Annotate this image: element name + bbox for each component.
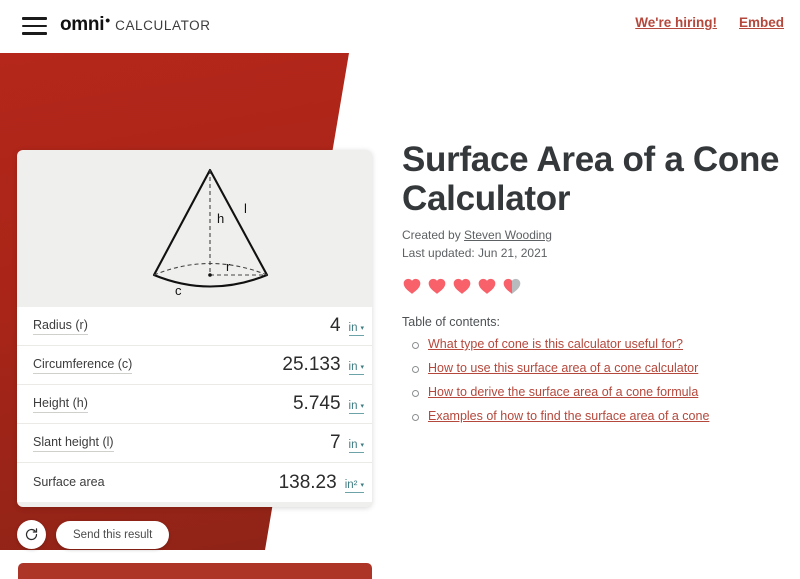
row-height: Height (h) 5.745 in ▾ <box>17 385 372 424</box>
toc-list-item: How to use this surface area of a cone c… <box>412 361 784 375</box>
calculator-actions: Send this result <box>17 520 170 549</box>
value-slant-height[interactable]: 7 <box>330 432 341 454</box>
toc-link-1[interactable]: What type of cone is this calculator use… <box>428 337 683 351</box>
hamburger-bar <box>22 32 47 35</box>
page-title: Surface Area of a Cone Calculator <box>402 140 780 218</box>
label-circumference[interactable]: Circumference (c) <box>33 357 133 374</box>
heart-icon-5-half[interactable] <box>502 276 522 295</box>
toc-link-2[interactable]: How to use this surface area of a cone c… <box>428 361 698 375</box>
logo-calculator-text: CALCULATOR <box>115 18 211 33</box>
were-hiring-link[interactable]: We're hiring! <box>635 15 717 30</box>
heart-icon-1[interactable] <box>402 276 422 295</box>
row-circumference-right: 25.133 in ▾ <box>282 354 364 376</box>
logo-omni-text: omni <box>60 14 105 35</box>
label-height[interactable]: Height (h) <box>33 396 88 413</box>
table-of-contents-title: Table of contents: <box>402 315 500 329</box>
send-this-result-button[interactable]: Send this result <box>56 520 170 549</box>
calculator-rows: Radius (r) 4 in ▾ Circumference (c) 25.1… <box>17 307 372 502</box>
value-radius[interactable]: 4 <box>330 315 341 337</box>
unit-select-height[interactable]: in ▾ <box>348 400 364 414</box>
chevron-down-icon: ▾ <box>360 325 364 332</box>
row-surface-area-right: 138.23 in² ▾ <box>279 472 364 494</box>
toc-link-4[interactable]: Examples of how to find the surface area… <box>428 409 709 423</box>
value-height[interactable]: 5.745 <box>293 393 341 415</box>
row-circumference: Circumference (c) 25.133 in ▾ <box>17 346 372 385</box>
cone-diagram-svg: h l r c <box>152 168 269 298</box>
diagram-label-slant: l <box>244 201 247 216</box>
value-circumference[interactable]: 25.133 <box>282 354 340 376</box>
article-content: Surface Area of a Cone Calculator Create… <box>402 140 784 433</box>
diagram-label-radius: r <box>226 259 231 274</box>
omni-calculator-logo[interactable]: omni • CALCULATOR <box>60 12 211 36</box>
calculator-card: h l r c Radius (r) 4 in ▾ Circumference … <box>17 150 372 507</box>
author-link[interactable]: Steven Wooding <box>464 228 552 242</box>
reload-button[interactable] <box>17 520 46 549</box>
logo-dot-icon: • <box>105 12 111 28</box>
label-slant-height[interactable]: Slant height (l) <box>33 435 114 452</box>
heart-icon-4[interactable] <box>477 276 497 295</box>
chevron-down-icon: ▾ <box>360 364 364 371</box>
hamburger-bar <box>22 24 47 27</box>
hamburger-bar <box>22 17 47 20</box>
byline: Created by Steven Wooding <box>402 228 784 242</box>
row-height-right: 5.745 in ▾ <box>293 393 364 415</box>
toc-list-item: How to derive the surface area of a cone… <box>412 385 784 399</box>
chevron-down-icon: ▾ <box>360 442 364 449</box>
unit-select-radius[interactable]: in ▾ <box>348 322 364 336</box>
row-slant-height: Slant height (l) 7 in ▾ <box>17 424 372 463</box>
top-links: We're hiring! Embed <box>635 15 784 30</box>
unit-text-surface-area: in² <box>344 478 358 491</box>
label-surface-area: Surface area <box>33 474 105 489</box>
unit-text-radius: in <box>348 322 358 334</box>
row-surface-area: Surface area 138.23 in² ▾ <box>17 463 372 502</box>
hamburger-menu-icon[interactable] <box>22 17 47 35</box>
red-lower-panel <box>18 563 372 579</box>
toc-list-item: What type of cone is this calculator use… <box>412 337 784 351</box>
unit-select-slant-height[interactable]: in ▾ <box>348 439 364 453</box>
diagram-label-height: h <box>217 211 224 226</box>
row-radius: Radius (r) 4 in ▾ <box>17 307 372 346</box>
chevron-down-icon: ▾ <box>360 481 364 489</box>
value-surface-area[interactable]: 138.23 <box>279 472 337 494</box>
row-radius-right: 4 in ▾ <box>330 315 364 337</box>
rating-hearts <box>402 276 784 295</box>
last-updated: Last updated: Jun 21, 2021 <box>402 246 548 260</box>
created-by-prefix: Created by <box>402 228 465 242</box>
chevron-down-icon: ▾ <box>360 403 364 410</box>
toc-link-3[interactable]: How to derive the surface area of a cone… <box>428 385 698 399</box>
embed-link[interactable]: Embed <box>739 15 784 30</box>
unit-text-slant-height: in <box>348 439 358 451</box>
top-navigation-bar: omni • CALCULATOR We're hiring! Embed <box>0 0 800 53</box>
label-radius[interactable]: Radius (r) <box>33 318 88 335</box>
unit-text-circumference: in <box>348 361 358 373</box>
toc-list-item: Examples of how to find the surface area… <box>412 409 784 423</box>
unit-select-surface-area[interactable]: in² ▾ <box>344 478 364 493</box>
table-of-contents-list: What type of cone is this calculator use… <box>402 337 784 423</box>
diagram-label-circumference: c <box>175 283 182 298</box>
unit-text-height: in <box>348 400 358 412</box>
unit-select-circumference[interactable]: in ▾ <box>348 361 364 375</box>
heart-icon-3[interactable] <box>452 276 472 295</box>
row-slant-height-right: 7 in ▾ <box>330 432 364 454</box>
send-this-result-label: Send this result <box>73 528 153 541</box>
cone-diagram: h l r c <box>17 150 372 307</box>
reload-icon <box>25 528 38 541</box>
heart-icon-2[interactable] <box>427 276 447 295</box>
